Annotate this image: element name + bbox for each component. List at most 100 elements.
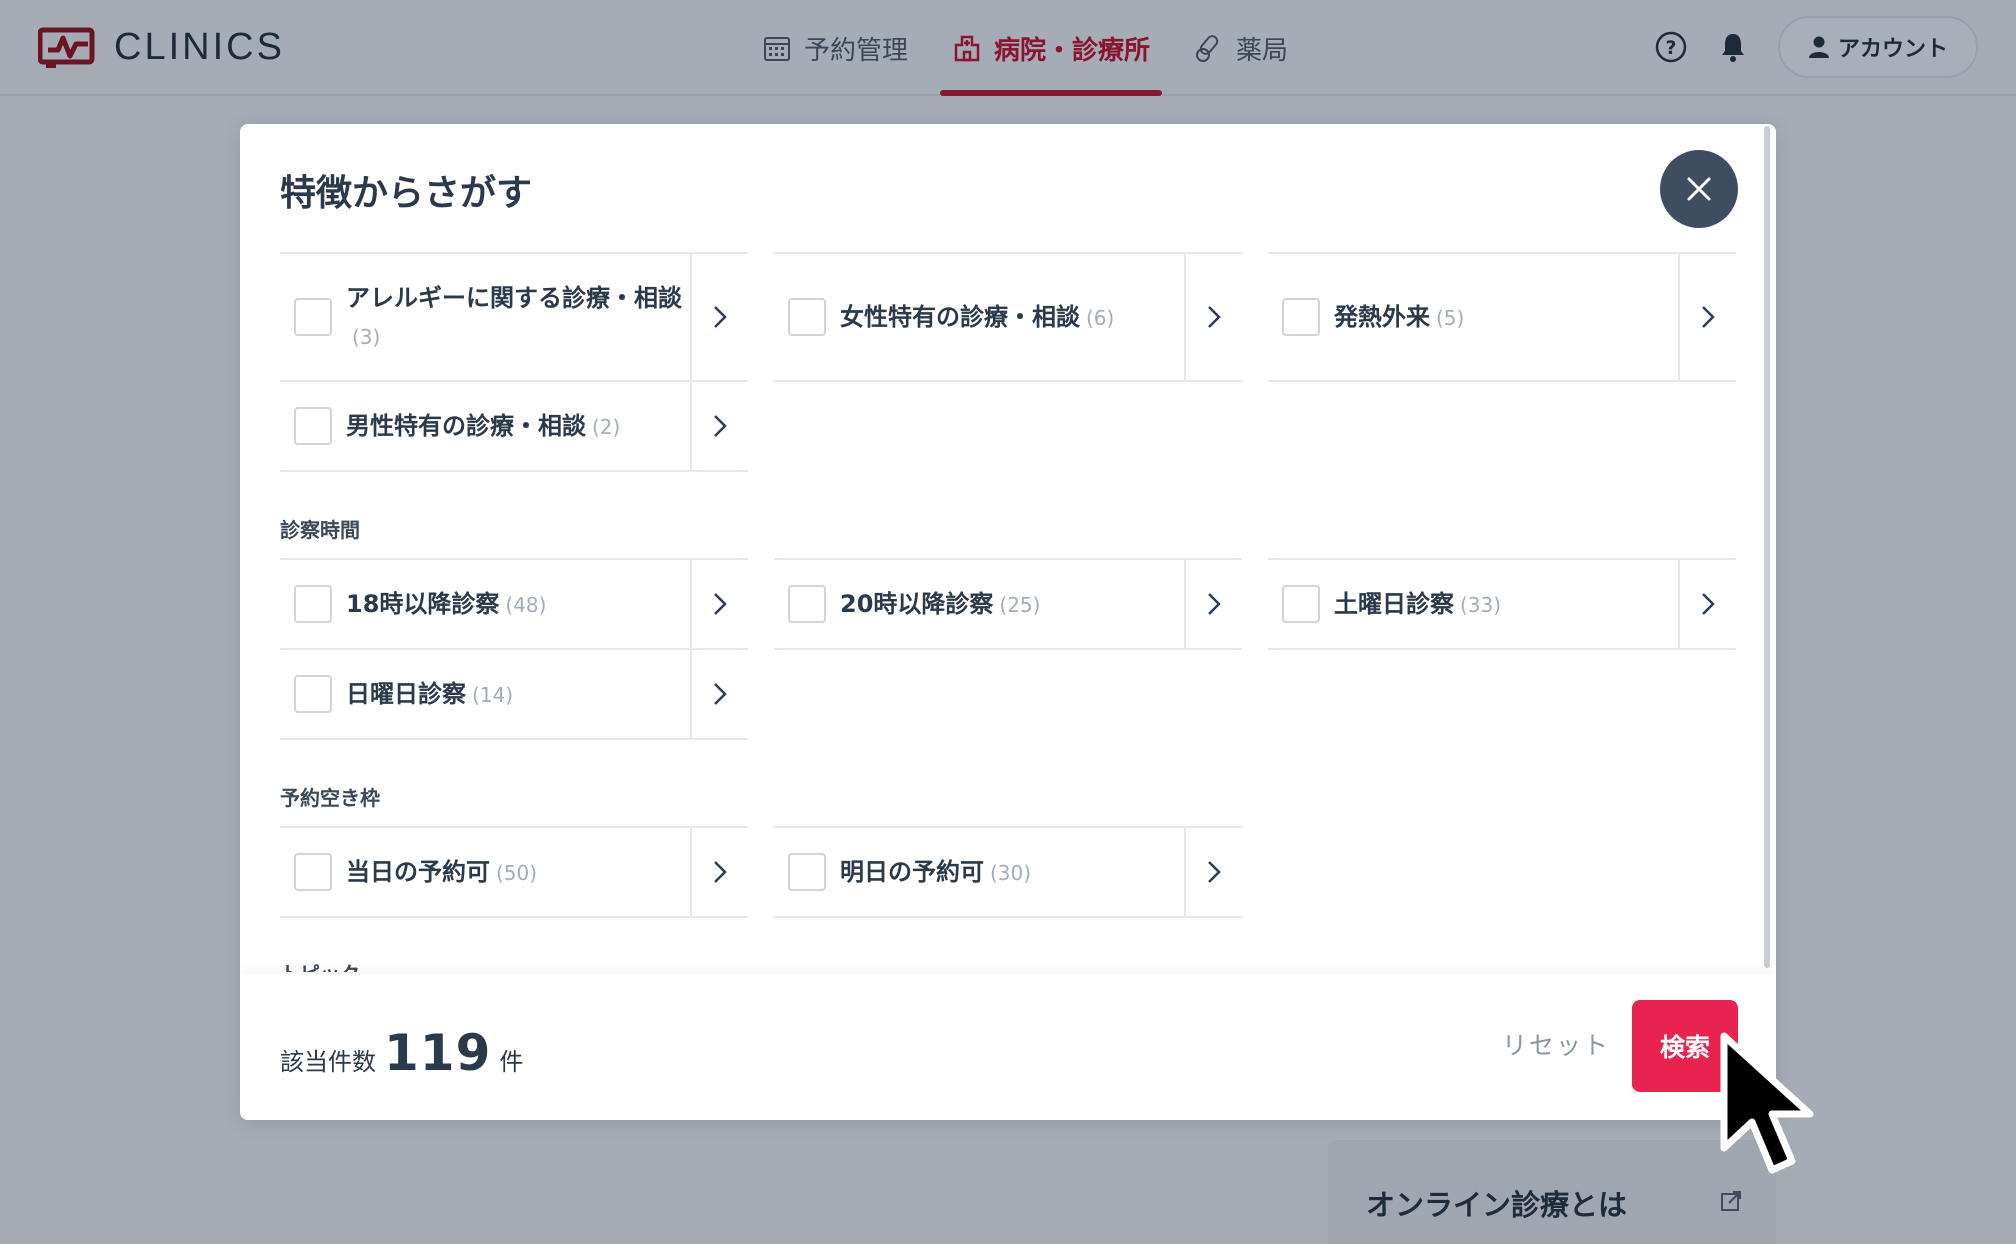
modal-title: 特徴からさがす — [280, 173, 533, 214]
close-icon — [1687, 177, 1711, 201]
filter-label-text: 男性特有の診療・相談 — [346, 411, 586, 440]
detail-arrow[interactable] — [690, 828, 748, 916]
pill-icon — [1196, 35, 1219, 62]
hospital-icon — [954, 35, 980, 62]
filter-count: (5) — [1436, 305, 1465, 330]
detail-arrow[interactable] — [1184, 828, 1242, 916]
filter-label-text: 明日の予約可 — [840, 857, 984, 886]
chevron-right-icon — [714, 683, 727, 705]
account-button[interactable]: アカウント — [1777, 16, 1978, 78]
filter-count: (48) — [505, 592, 547, 617]
filter-label-text: 当日の予約可 — [346, 857, 490, 886]
filter-item[interactable]: 女性特有の診療・相談 (6) — [774, 252, 1242, 382]
filter-label-text: 18時以降診察 — [346, 589, 500, 618]
detail-arrow[interactable] — [1184, 560, 1242, 648]
mouse-cursor-icon — [1720, 1032, 1814, 1174]
nav-label-hospitals: 病院・診療所 — [994, 35, 1151, 66]
filter-count: (6) — [1086, 305, 1115, 330]
filter-label: 20時以降診察 (25) — [840, 585, 1180, 624]
detail-arrow[interactable] — [1184, 254, 1242, 380]
filter-item[interactable]: 発熱外来 (5) — [1268, 252, 1736, 382]
detail-arrow[interactable] — [690, 560, 748, 648]
filter-item[interactable]: 土曜日診察 (33) — [1268, 558, 1736, 650]
detail-arrow[interactable] — [690, 254, 748, 380]
filter-label: 18時以降診察 (48) — [346, 585, 686, 624]
filter-count: (33) — [1460, 592, 1502, 617]
online-consultation-title: オンライン診療とは — [1366, 1188, 1628, 1222]
nav-label-pharmacy: 薬局 — [1236, 35, 1289, 66]
checkbox[interactable] — [294, 853, 332, 891]
features-grid: アレルギーに関する診療・相談(3) 女性特有の診療・相談 (6) 発熱外来 (5) … — [280, 252, 1742, 472]
chevron-right-icon — [714, 861, 727, 883]
filter-count: (50) — [496, 860, 538, 885]
result-unit: 件 — [499, 1048, 524, 1076]
filter-label-text: アレルギーに関する診療・相談 — [346, 283, 682, 312]
filter-item[interactable]: 日曜日診察 (14) — [280, 648, 748, 740]
filter-count: (25) — [999, 592, 1041, 617]
checkbox[interactable] — [788, 853, 826, 891]
checkbox[interactable] — [1282, 298, 1320, 336]
section-heading-topics: トピック — [280, 916, 1742, 972]
result-number: 119 — [384, 1024, 492, 1082]
filter-label: 男性特有の診療・相談 (2) — [346, 407, 686, 446]
clinics-logo-icon — [38, 27, 95, 68]
filter-label-text: 女性特有の診療・相談 — [840, 302, 1080, 331]
reset-button[interactable]: リセット — [1502, 1026, 1610, 1062]
filter-item[interactable]: 明日の予約可 (30) — [774, 826, 1242, 918]
filter-item[interactable]: アレルギーに関する診療・相談 (3) — [280, 252, 748, 382]
nav-item-hospitals[interactable]: 病院・診療所 — [930, 0, 1172, 96]
online-consultation-card[interactable]: オンライン診療とは — [1328, 1140, 1776, 1244]
close-button[interactable] — [1660, 150, 1738, 228]
checkbox[interactable] — [788, 298, 826, 336]
filter-label-text: 土曜日診察 — [1334, 589, 1454, 618]
checkbox[interactable] — [294, 585, 332, 623]
section-heading-availability: 予約空き枠 — [280, 786, 380, 810]
filter-label-text: 日曜日診察 — [346, 679, 466, 708]
help-icon[interactable]: ? — [1654, 30, 1688, 64]
result-label: 該当件数 — [280, 1048, 376, 1076]
chevron-right-icon — [1208, 306, 1221, 328]
checkbox[interactable] — [294, 298, 332, 336]
modal-footer: 該当件数 119 件 リセット 検索 — [240, 974, 1776, 1120]
external-link-icon — [1721, 1191, 1741, 1211]
detail-arrow[interactable] — [690, 382, 748, 470]
header-actions: ? アカウント — [1654, 16, 1978, 78]
modal-content: アレルギーに関する診療・相談(3) 女性特有の診療・相談 (6) 発熱外来 (5) … — [280, 252, 1742, 972]
detail-arrow[interactable] — [1678, 254, 1736, 380]
main-nav: 予約管理 病院・診療所 薬局 — [740, 0, 1310, 96]
chevron-right-icon — [1208, 861, 1221, 883]
nav-item-pharmacy[interactable]: 薬局 — [1172, 0, 1310, 96]
filter-label: 土曜日診察 (33) — [1334, 585, 1674, 624]
chevron-right-icon — [714, 306, 727, 328]
nav-item-reservations[interactable]: 予約管理 — [740, 0, 930, 96]
filter-item[interactable]: 20時以降診察 (25) — [774, 558, 1242, 650]
filter-label-text: 20時以降診察 — [840, 589, 994, 618]
availability-grid: 当日の予約可 (50) 明日の予約可 (30) — [280, 826, 1742, 918]
chevron-right-icon — [714, 593, 727, 615]
filter-item[interactable]: 男性特有の診療・相談 (2) — [280, 380, 748, 472]
bell-icon[interactable] — [1716, 30, 1750, 64]
filter-label: 当日の予約可 (50) — [346, 853, 686, 892]
filter-count: (30) — [990, 860, 1032, 885]
feature-search-modal: 特徴からさがす アレルギーに関する診療・相談(3) 女性特有の診療・相談 (6) … — [240, 124, 1776, 1120]
detail-arrow[interactable] — [690, 650, 748, 738]
detail-arrow[interactable] — [1678, 560, 1736, 648]
filter-label-text: 発熱外来 — [1334, 302, 1430, 331]
logo[interactable]: CLINICS — [38, 24, 285, 70]
filter-label: 明日の予約可 (30) — [840, 853, 1180, 892]
filter-item[interactable]: 18時以降診察 (48) — [280, 558, 748, 650]
chevron-right-icon — [1208, 593, 1221, 615]
modal-scrollbar[interactable] — [1764, 126, 1770, 968]
filter-label: 日曜日診察 (14) — [346, 675, 686, 714]
checkbox[interactable] — [294, 675, 332, 713]
result-count: 該当件数 119 件 — [280, 1024, 523, 1082]
filter-label: アレルギーに関する診療・相談 (3) — [346, 279, 686, 356]
logo-text: CLINICS — [114, 25, 285, 68]
checkbox[interactable] — [788, 585, 826, 623]
chevron-right-icon — [714, 415, 727, 437]
section-heading-hours: 診察時間 — [280, 518, 360, 542]
filter-count: (2) — [592, 414, 621, 439]
checkbox[interactable] — [1282, 585, 1320, 623]
checkbox[interactable] — [294, 407, 332, 445]
filter-item[interactable]: 当日の予約可 (50) — [280, 826, 748, 918]
